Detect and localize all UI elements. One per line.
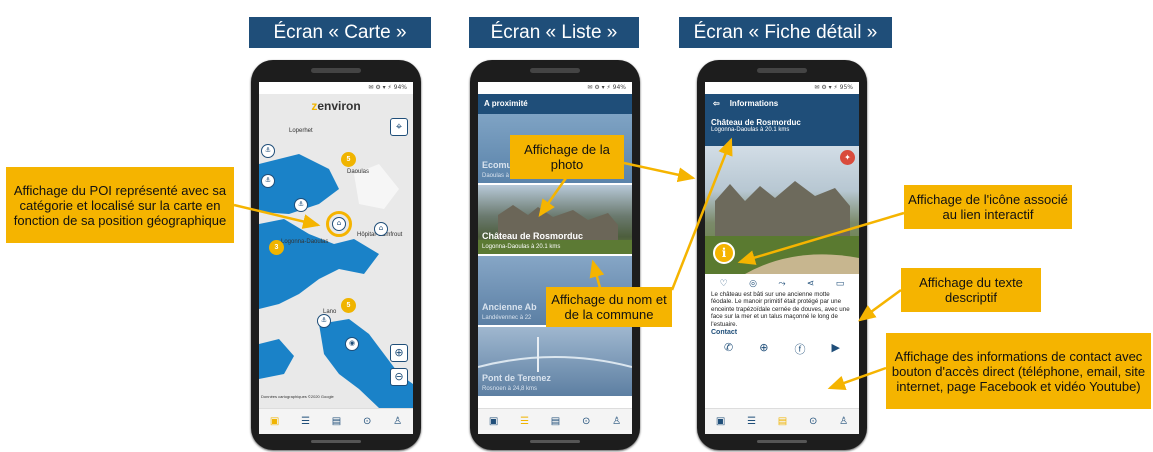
title-carte: Écran « Carte » — [249, 17, 431, 48]
bottom-navbar: ▣ ☰ ▤ ⊙ ♙ — [478, 408, 632, 434]
compass-icon[interactable]: ✦ — [840, 150, 855, 165]
title-fiche: Écran « Fiche détail » — [679, 17, 892, 48]
status-bar: ✉ ⚙ ▾ ⚡ 95% — [814, 84, 853, 91]
phone-speaker — [530, 68, 580, 73]
slide: Écran « Carte » Écran « Liste » Écran « … — [0, 0, 1153, 452]
map-icon[interactable]: ▤ — [551, 416, 560, 427]
screen-fiche: ✉ ⚙ ▾ ⚡ 95% ⇦ Informations Château de Ros… — [705, 82, 859, 434]
info-icon[interactable]: i — [713, 242, 735, 264]
zoom-out-button[interactable]: ⊖ — [390, 368, 408, 386]
facebook-icon[interactable]: ⓕ — [794, 341, 805, 357]
zoom-in-button[interactable]: ⊕ — [390, 344, 408, 362]
list-item-subtitle: Logonna-Daoulas à 20.1 kms — [482, 244, 561, 250]
heart-icon[interactable]: ♡ — [720, 279, 728, 289]
poi-pin-icon[interactable]: ⚓ — [294, 198, 308, 212]
home-icon[interactable]: ▣ — [489, 416, 498, 427]
map-attribution: Données cartographiques ©2020 Google — [261, 394, 334, 399]
callout-contact: Affichage des informations de contact av… — [886, 333, 1151, 409]
list-item-title: Ecomu — [482, 160, 513, 170]
home-icon[interactable]: ▣ — [270, 416, 279, 427]
app-logo: zenviron — [311, 99, 361, 113]
screen-carte: ✉ ⚙ ▾ ⚡ 94% Loperhet Daoulas Logonna-Dao… — [259, 82, 413, 434]
list-item-title: Château de Rosmorduc — [482, 231, 584, 241]
map-label-daoulas: Daoulas — [347, 169, 370, 175]
pin-icon[interactable]: ⊙ — [582, 416, 590, 427]
map-label-logonna: Logonna-Daoulas — [281, 239, 329, 245]
bottom-navbar: ▣ ☰ ▤ ⊙ ♙ — [705, 408, 859, 434]
user-icon[interactable]: ♙ — [839, 416, 848, 427]
phone-speaker — [311, 68, 361, 73]
map-cluster[interactable]: 5 — [341, 298, 356, 313]
map-view[interactable]: Loperhet Daoulas Logonna-Daoulas Hôpital… — [259, 94, 413, 408]
detail-header: ⇦ Informations — [705, 94, 859, 114]
detail-description: Le château est bâti sur une ancienne mot… — [711, 291, 850, 328]
phone-icon[interactable]: ✆ — [724, 341, 733, 357]
globe-icon[interactable]: ⊕ — [759, 341, 768, 357]
user-icon[interactable]: ♙ — [612, 416, 621, 427]
status-bar: ✉ ⚙ ▾ ⚡ 94% — [368, 84, 407, 91]
detail-title-band: Château de Rosmorduc Logonna-Daoulas à 2… — [705, 114, 859, 146]
phone-carte: ✉ ⚙ ▾ ⚡ 94% Loperhet Daoulas Logonna-Dao… — [251, 60, 421, 450]
poi-pin-icon[interactable]: ⌂ — [374, 222, 388, 236]
route-icon[interactable]: ⤳ — [778, 279, 785, 289]
list-item[interactable]: Pont de Terenez Rosnoen à 24,8 kms — [478, 327, 632, 398]
title-liste: Écran « Liste » — [469, 17, 639, 48]
list-icon[interactable]: ☰ — [301, 416, 310, 427]
list-icon[interactable]: ☰ — [747, 416, 756, 427]
home-indicator — [757, 440, 807, 443]
pin-icon[interactable]: ⊙ — [363, 416, 371, 427]
list-item-title: Ancienne Ab — [482, 302, 537, 312]
poi-selected-pin-icon[interactable]: ⌂ — [332, 217, 346, 231]
list-item-subtitle: Landévennec à 22 — [482, 315, 532, 321]
share-icon[interactable]: ⋖ — [807, 279, 815, 289]
map-cluster[interactable]: 3 — [269, 240, 284, 255]
poi-pin-icon[interactable]: ⚓ — [261, 174, 275, 188]
pin-icon[interactable]: ⊙ — [809, 416, 817, 427]
action-icons: ♡ ◎ ⤳ ⋖ ▭ — [705, 274, 859, 291]
youtube-icon[interactable]: ▶ — [831, 341, 839, 357]
user-icon[interactable]: ♙ — [393, 416, 402, 427]
status-bar: ✉ ⚙ ▾ ⚡ 94% — [587, 84, 626, 91]
list-item-subtitle: Rosnoen à 24,8 kms — [482, 386, 538, 392]
detail-header-title: Informations — [729, 99, 779, 108]
list-item-title: Pont de Terenez — [482, 373, 551, 383]
poi-pin-icon[interactable]: ⚓ — [261, 144, 275, 158]
list-item[interactable]: Château de Rosmorduc Logonna-Daoulas à 2… — [478, 185, 632, 256]
map-cluster[interactable]: 5 — [341, 152, 356, 167]
contact-label: Contact — [711, 329, 738, 337]
callout-photo: Affichage de la photo — [510, 135, 624, 179]
detail-photo: ✦ i — [705, 146, 859, 274]
poi-pin-icon[interactable]: ⚓ — [317, 314, 331, 328]
list-header: A proximité — [478, 94, 632, 114]
phone-speaker — [757, 68, 807, 73]
home-indicator — [530, 440, 580, 443]
comment-icon[interactable]: ▭ — [836, 279, 845, 289]
callout-texte: Affichage du texte descriptif — [901, 268, 1041, 312]
phone-fiche: ✉ ⚙ ▾ ⚡ 95% ⇦ Informations Château de Ros… — [697, 60, 867, 450]
back-icon[interactable]: ⇦ — [713, 99, 720, 108]
callout-nom: Affichage du nom et de la commune — [546, 287, 672, 327]
home-icon[interactable]: ▣ — [716, 416, 725, 427]
home-indicator — [311, 440, 361, 443]
locate-button[interactable]: ⌖ — [390, 118, 408, 136]
callout-icone: Affichage de l'icône associé au lien int… — [904, 185, 1072, 229]
detail-title: Château de Rosmorduc — [711, 118, 801, 127]
map-label-loperhet: Loperhet — [289, 128, 313, 134]
detail-subtitle: Logonna-Daoulas à 20.1 kms — [711, 127, 790, 133]
camera-icon[interactable]: ◎ — [749, 279, 757, 289]
phone-liste: ✉ ⚙ ▾ ⚡ 94% A proximité Ecomu Daoulas à … — [470, 60, 640, 450]
eye-icon[interactable]: ◉ — [345, 337, 359, 351]
callout-poi: Affichage du POI représenté avec sa caté… — [6, 167, 234, 243]
map-icon[interactable]: ▤ — [778, 416, 787, 427]
contact-icons: ✆ ⊕ ⓕ ▶ — [705, 337, 859, 361]
bottom-navbar: ▣ ☰ ▤ ⊙ ♙ — [259, 408, 413, 434]
map-icon[interactable]: ▤ — [332, 416, 341, 427]
list-icon[interactable]: ☰ — [520, 416, 529, 427]
